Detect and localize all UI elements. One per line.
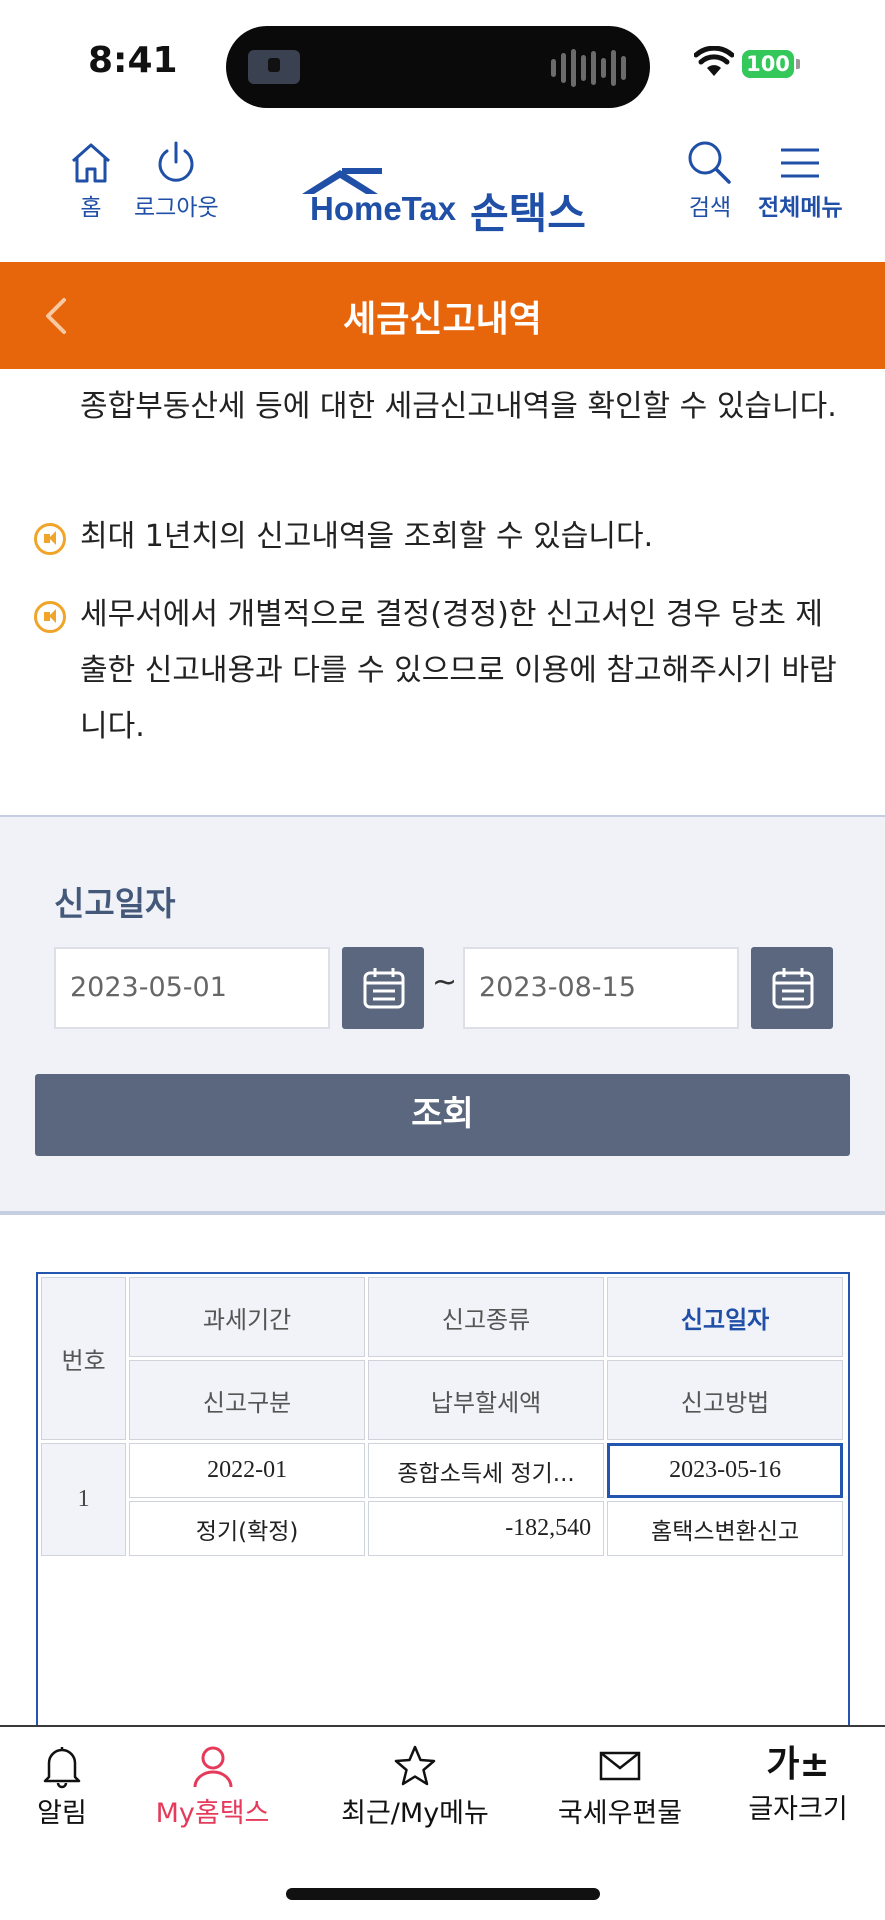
from-date-input[interactable]: 2023-05-01 bbox=[54, 947, 330, 1029]
speaker-icon bbox=[34, 523, 66, 555]
nav-alerts-label: 알림 bbox=[37, 1798, 87, 1829]
row-number: 1 bbox=[41, 1443, 127, 1556]
nav-tax-mail[interactable]: 국세우편물 bbox=[552, 1743, 688, 1830]
cell-report-type[interactable]: 종합소득세 정기... bbox=[367, 1443, 605, 1498]
nav-font-size[interactable]: 가± 글자크기 bbox=[744, 1743, 852, 1826]
notice-item: 최대 1년치의 신고내역을 조회할 수 있습니다. bbox=[34, 509, 850, 565]
results-table: 번호 과세기간 신고종류 신고일자 신고구분 납부할세액 신고방법 1 2022… bbox=[38, 1274, 846, 1559]
date-range-separator: ~ bbox=[432, 965, 458, 1000]
page-title-bar: 세금신고내역 bbox=[0, 262, 885, 369]
from-date-calendar-button[interactable] bbox=[342, 947, 424, 1029]
notice-text: 최대 1년치의 신고내역을 조회할 수 있습니다. bbox=[80, 519, 654, 554]
notice-item: 종합부동산세 등에 대한 세금신고내역을 확인할 수 있습니다. bbox=[80, 379, 850, 435]
user-icon bbox=[193, 1746, 232, 1788]
logo-sontax-text: 손택스 bbox=[470, 189, 586, 238]
page-title: 세금신고내역 bbox=[343, 299, 542, 340]
cell-report-category[interactable]: 정기(확정) bbox=[129, 1501, 365, 1556]
search-icon bbox=[688, 141, 731, 184]
logout-button[interactable]: 로그아웃 bbox=[134, 140, 219, 222]
full-menu-label: 전체메뉴 bbox=[758, 195, 843, 221]
nav-tax-mail-label: 국세우편물 bbox=[557, 1798, 683, 1829]
home-button[interactable]: 홈 bbox=[68, 140, 114, 222]
header-tax-due: 납부할세액 bbox=[367, 1360, 605, 1440]
table-row[interactable]: 1 2022-01 종합소득세 정기... 2023-05-16 bbox=[41, 1443, 843, 1556]
notice-text: 세무서에서 개별적으로 결정(경정)한 신고서인 경우 당초 제출한 신고내용과… bbox=[80, 597, 837, 744]
hometax-logo[interactable]: HomeTax 손택스 bbox=[298, 164, 596, 238]
nav-my-hometax-label: My홈택스 bbox=[155, 1798, 270, 1829]
nav-font-size-label: 글자크기 bbox=[748, 1794, 848, 1825]
cell-tax-due[interactable]: -182,540 bbox=[367, 1501, 605, 1556]
logo-hometax-text: HomeTax bbox=[310, 190, 457, 227]
table-row[interactable]: 정기(확정) -182,540 홈택스변환신고 bbox=[41, 1501, 843, 1556]
cell-report-date[interactable]: 2023-05-16 bbox=[607, 1443, 843, 1498]
search-label: 검색 bbox=[688, 195, 732, 221]
header-report-category: 신고구분 bbox=[129, 1360, 365, 1440]
nav-alerts[interactable]: 알림 bbox=[30, 1743, 94, 1830]
results-table-container: 번호 과세기간 신고종류 신고일자 신고구분 납부할세액 신고방법 1 2022… bbox=[36, 1272, 850, 1732]
wifi-icon bbox=[694, 46, 734, 76]
power-icon bbox=[158, 141, 194, 182]
to-date-calendar-button[interactable] bbox=[751, 947, 833, 1029]
header-tax-period: 과세기간 bbox=[129, 1277, 365, 1357]
nav-recent-menu-label: 최근/My메뉴 bbox=[341, 1798, 489, 1829]
status-time: 8:41 bbox=[88, 40, 178, 81]
dynamic-island bbox=[226, 26, 650, 108]
calendar-icon bbox=[772, 968, 814, 1009]
notice-item: 세무서에서 개별적으로 결정(경정)한 신고서인 경우 당초 제출한 신고내용과… bbox=[34, 587, 850, 755]
home-label: 홈 bbox=[80, 195, 102, 221]
bell-icon bbox=[43, 1747, 81, 1789]
audio-wave-icon bbox=[551, 48, 626, 88]
app-header: 홈 로그아웃 HomeTax 손택스 검색 전체메뉴 bbox=[0, 140, 885, 260]
nav-recent-menu[interactable]: 최근/My메뉴 bbox=[340, 1743, 490, 1830]
header-report-type: 신고종류 bbox=[367, 1277, 605, 1357]
report-date-label: 신고일자 bbox=[54, 884, 176, 923]
mail-icon bbox=[599, 1751, 641, 1781]
header-report-date[interactable]: 신고일자 bbox=[607, 1277, 843, 1357]
search-submit-button[interactable]: 조회 bbox=[35, 1074, 850, 1156]
font-size-icon: 가± bbox=[766, 1744, 830, 1785]
cell-report-method[interactable]: 홈택스변환신고 bbox=[607, 1501, 843, 1556]
battery-indicator: 100 bbox=[742, 50, 800, 78]
search-button[interactable]: 검색 bbox=[685, 140, 735, 222]
full-menu-button[interactable]: 전체메뉴 bbox=[758, 140, 843, 222]
hamburger-menu-icon bbox=[781, 148, 820, 178]
camera-thumbnail-icon bbox=[248, 50, 300, 84]
logout-label: 로그아웃 bbox=[134, 195, 219, 221]
cell-tax-period[interactable]: 2022-01 bbox=[129, 1443, 365, 1498]
home-icon bbox=[72, 143, 110, 183]
to-date-input[interactable]: 2023-08-15 bbox=[463, 947, 739, 1029]
header-number: 번호 bbox=[41, 1277, 127, 1440]
home-indicator bbox=[286, 1888, 600, 1900]
status-bar: 8:41 100 bbox=[0, 0, 885, 130]
notice-text: 종합부동산세 등에 대한 세금신고내역을 확인할 수 있습니다. bbox=[80, 389, 837, 424]
header-report-method: 신고방법 bbox=[607, 1360, 843, 1440]
calendar-icon bbox=[363, 968, 405, 1009]
speaker-icon bbox=[34, 601, 66, 633]
nav-my-hometax[interactable]: My홈택스 bbox=[150, 1743, 275, 1830]
star-icon bbox=[394, 1745, 436, 1786]
search-panel: 신고일자 2023-05-01 ~ 2023-08-15 조회 bbox=[0, 815, 885, 1215]
